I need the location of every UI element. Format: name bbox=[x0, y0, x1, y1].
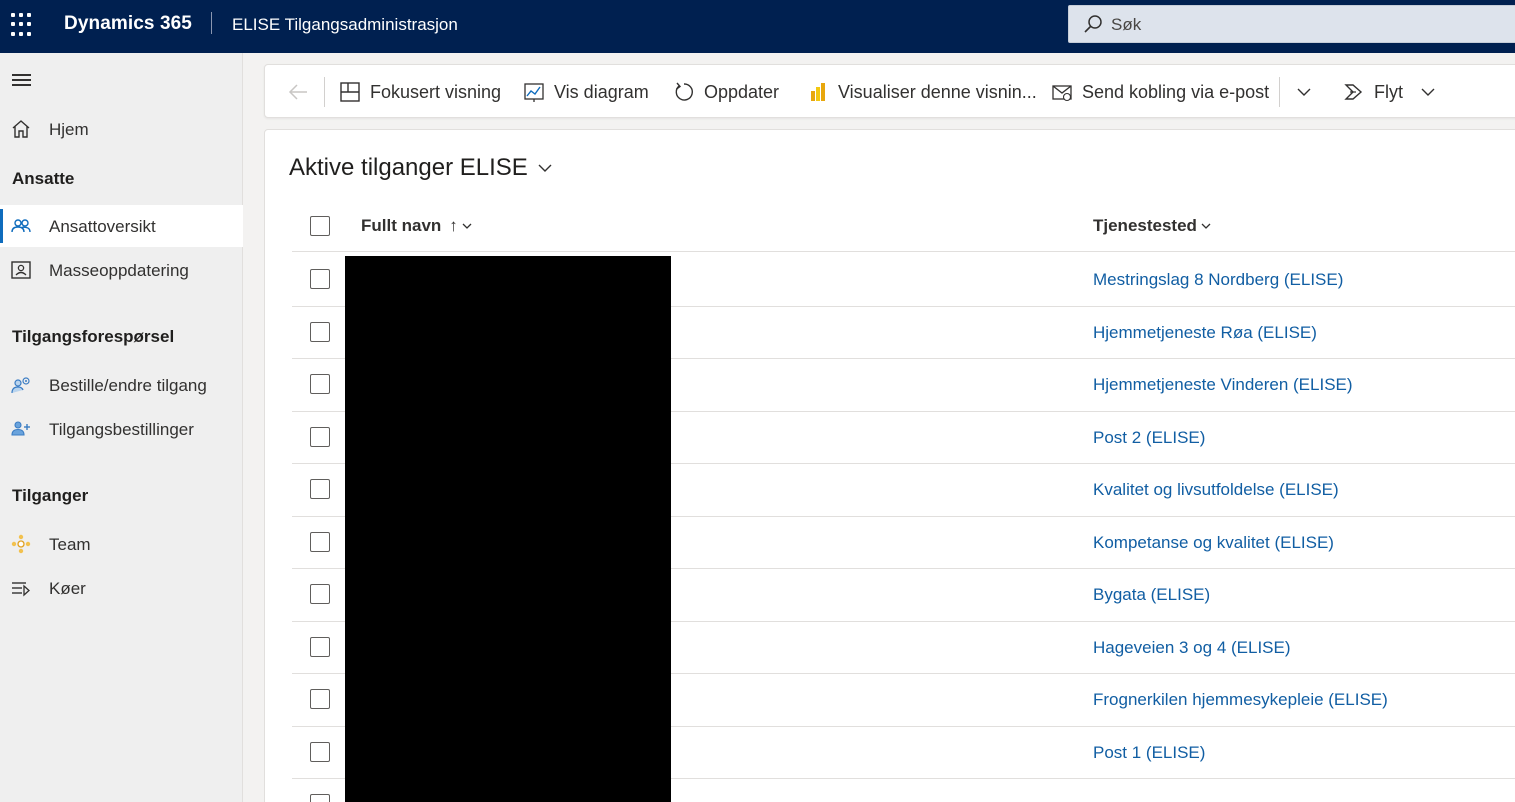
show-chart-button[interactable]: Vis diagram bbox=[523, 65, 649, 119]
location-link[interactable]: Kvalitet og livsutfoldelse (ELISE) bbox=[1093, 480, 1339, 500]
refresh-label: Oppdater bbox=[704, 81, 780, 102]
app-name[interactable]: ELISE Tilgangsadministrasjon bbox=[232, 15, 458, 35]
sidebar-item-label: Masseoppdatering bbox=[49, 261, 189, 280]
row-checkbox[interactable] bbox=[310, 584, 330, 604]
location-link[interactable]: Frognerkilen hjemmesykepleie (ELISE) bbox=[1093, 690, 1388, 710]
row-checkbox[interactable] bbox=[310, 741, 330, 762]
brand-name[interactable]: Dynamics 365 bbox=[64, 13, 192, 35]
chevron-down-icon bbox=[1201, 223, 1211, 229]
power-bi-icon bbox=[811, 83, 825, 101]
refresh-icon bbox=[675, 82, 693, 101]
back-arrow-icon bbox=[288, 84, 307, 100]
select-all-checkbox[interactable] bbox=[310, 216, 330, 236]
chart-icon bbox=[524, 83, 544, 102]
location-link[interactable]: Mestringslag 8 Nordberg (ELISE) bbox=[1093, 270, 1343, 290]
row-checkbox[interactable] bbox=[310, 374, 330, 394]
grid-panel: Aktive tilganger ELISE Fullt navn ↑ Tjen… bbox=[264, 129, 1515, 802]
row-checkbox[interactable] bbox=[310, 321, 330, 342]
sidebar-group-tilganger: Tilganger bbox=[12, 486, 89, 505]
people-icon bbox=[11, 219, 31, 233]
visualize-view-label: Visualiser denne visnin... bbox=[838, 81, 1037, 102]
flow-label: Flyt bbox=[1374, 81, 1403, 102]
command-separator bbox=[1279, 77, 1280, 107]
redacted-names-block bbox=[345, 256, 671, 802]
team-icon bbox=[11, 534, 31, 554]
sidebar-item-bestille-endre-tilgang[interactable]: Bestille/endre tilgang bbox=[0, 364, 243, 406]
person-settings-icon bbox=[11, 377, 30, 394]
row-checkbox[interactable] bbox=[310, 426, 330, 447]
sidebar-group-ansatte: Ansatte bbox=[12, 169, 75, 188]
search-box[interactable] bbox=[1068, 5, 1515, 43]
focused-view-icon bbox=[340, 82, 360, 102]
chevron-down-icon bbox=[538, 164, 552, 172]
hamburger-menu-icon[interactable] bbox=[12, 74, 32, 88]
location-link[interactable]: Bygata (ELISE) bbox=[1093, 585, 1210, 605]
flow-button[interactable]: Flyt bbox=[1343, 65, 1439, 119]
sidebar-item-ansattoversikt[interactable]: Ansattoversikt bbox=[0, 205, 243, 247]
sidebar-item-label: Ansattoversikt bbox=[49, 217, 156, 236]
header-divider bbox=[211, 12, 212, 34]
queue-icon bbox=[12, 582, 30, 597]
chevron-down-icon bbox=[462, 223, 472, 229]
column-header-location[interactable]: Tjenestested bbox=[1093, 216, 1212, 236]
view-selector[interactable]: Aktive tilganger ELISE bbox=[289, 154, 552, 182]
row-checkbox[interactable] bbox=[310, 794, 330, 802]
sort-ascending-icon: ↑ bbox=[449, 216, 458, 235]
location-link[interactable]: Post 1 (ELISE) bbox=[1093, 743, 1205, 763]
view-title: Aktive tilganger ELISE bbox=[289, 154, 528, 181]
more-options-dropdown[interactable] bbox=[1293, 65, 1315, 119]
top-bar: Dynamics 365 ELISE Tilgangsadministrasjo… bbox=[0, 0, 1515, 53]
location-link[interactable]: Post 2 (ELISE) bbox=[1093, 428, 1205, 448]
app-launcher-icon[interactable] bbox=[11, 13, 35, 37]
sidebar-item-hjem[interactable]: Hjem bbox=[0, 108, 243, 150]
send-link-label: Send kobling via e-post bbox=[1082, 81, 1270, 102]
search-input[interactable] bbox=[1111, 13, 1491, 37]
location-link[interactable]: Hageveien 3 og 4 (ELISE) bbox=[1093, 638, 1291, 658]
contact-card-icon bbox=[11, 261, 31, 279]
column-header-full-name[interactable]: Fullt navn ↑ bbox=[361, 216, 473, 236]
sidebar-item-label: Bestille/endre tilgang bbox=[49, 376, 207, 395]
visualize-view-button[interactable]: Visualiser denne visnin... bbox=[807, 65, 1037, 119]
sidebar-item-label: Team bbox=[49, 535, 91, 554]
column-header-label: Fullt navn bbox=[361, 216, 442, 235]
sidebar-item-label: Hjem bbox=[49, 120, 89, 139]
show-chart-label: Vis diagram bbox=[554, 81, 649, 102]
flow-icon bbox=[1344, 84, 1363, 100]
email-link-icon bbox=[1052, 85, 1072, 102]
sidebar-item-label: Køer bbox=[49, 579, 86, 598]
location-link[interactable]: Kompetanse og kvalitet (ELISE) bbox=[1093, 533, 1334, 553]
back-button[interactable] bbox=[287, 65, 309, 119]
row-checkbox[interactable] bbox=[310, 636, 330, 657]
focused-view-button[interactable]: Fokusert visning bbox=[339, 65, 501, 119]
sidebar-item-masseoppdatering[interactable]: Masseoppdatering bbox=[0, 249, 243, 291]
send-link-button[interactable]: Send kobling via e-post bbox=[1051, 65, 1269, 119]
row-checkbox[interactable] bbox=[310, 479, 330, 499]
home-icon bbox=[12, 120, 30, 138]
search-icon bbox=[1084, 15, 1102, 33]
grid-header: Fullt navn ↑ Tjenestested bbox=[292, 200, 1515, 252]
refresh-button[interactable]: Oppdater bbox=[673, 65, 779, 119]
person-add-icon bbox=[11, 421, 30, 436]
column-header-label: Tjenestested bbox=[1093, 216, 1197, 235]
chevron-down-icon bbox=[1297, 88, 1311, 96]
command-separator bbox=[324, 77, 325, 107]
sidebar: Hjem Ansatte Ansattoversikt Masseoppdate… bbox=[0, 53, 243, 802]
chevron-down-icon bbox=[1421, 88, 1435, 96]
sidebar-item-tilgangsbestillinger[interactable]: Tilgangsbestillinger bbox=[0, 408, 243, 450]
focused-view-label: Fokusert visning bbox=[370, 81, 502, 102]
sidebar-item-label: Tilgangsbestillinger bbox=[49, 420, 194, 439]
row-checkbox[interactable] bbox=[310, 269, 330, 289]
sidebar-item-team[interactable]: Team bbox=[0, 523, 243, 565]
command-bar: Fokusert visning Vis diagram Oppdater Vi… bbox=[264, 64, 1515, 118]
row-checkbox[interactable] bbox=[310, 531, 330, 552]
sidebar-group-tilgangsforesporsel: Tilgangsforespørsel bbox=[12, 327, 175, 346]
sidebar-item-koer[interactable]: Køer bbox=[0, 567, 243, 609]
row-checkbox[interactable] bbox=[310, 689, 330, 709]
location-link[interactable]: Hjemmetjeneste Vinderen (ELISE) bbox=[1093, 375, 1353, 395]
location-link[interactable]: Hjemmetjeneste Røa (ELISE) bbox=[1093, 323, 1317, 343]
